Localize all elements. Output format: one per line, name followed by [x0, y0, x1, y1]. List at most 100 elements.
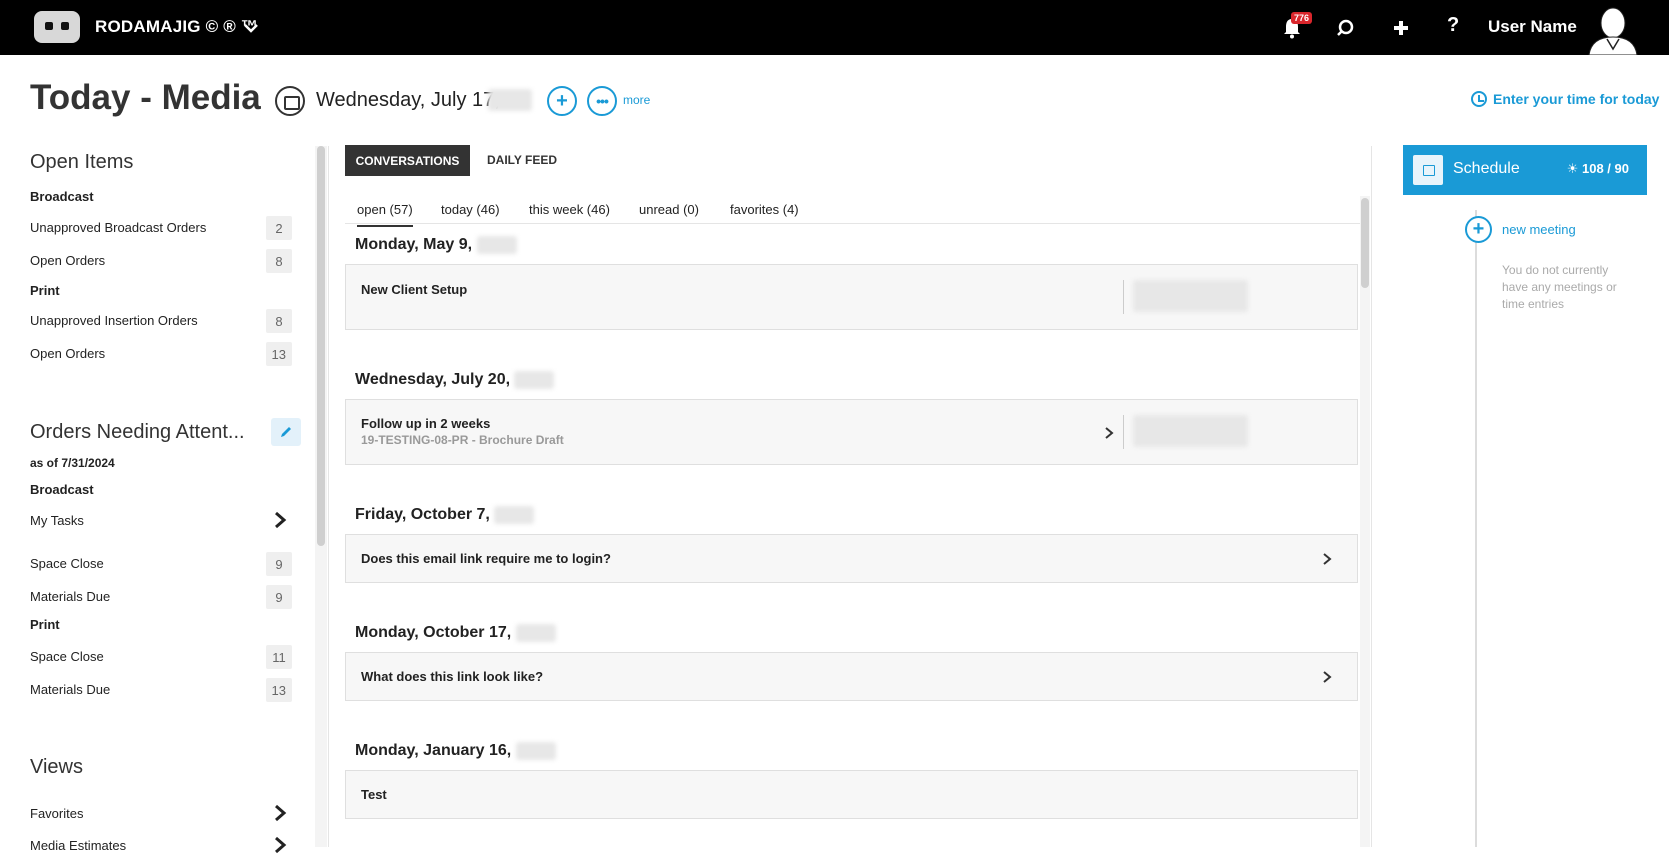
day-heading: Friday, October 7, [355, 506, 535, 524]
sidebar-item-label: Open Orders [30, 346, 106, 361]
timeline-line [1475, 210, 1477, 847]
group-broadcast: Broadcast [30, 482, 94, 497]
conversation-card[interactable]: Follow up in 2 weeks 19-TESTING-08-PR - … [345, 399, 1358, 465]
as-of-date: as of 7/31/2024 [30, 456, 115, 470]
day-heading-text: Wednesday, July 20, [355, 371, 511, 389]
sidebar-item-space-close[interactable]: Space Close 11 [30, 645, 292, 669]
sidebar-item-print-open-orders[interactable]: Open Orders 13 [30, 342, 292, 366]
sidebar-item-unapproved-broadcast[interactable]: Unapproved Broadcast Orders 2 [30, 216, 292, 240]
count-badge: 8 [266, 249, 292, 273]
new-meeting-link[interactable]: new meeting [1502, 222, 1576, 237]
schedule-title: Schedule [1453, 160, 1520, 177]
conversation-card[interactable]: What does this link look like? [345, 652, 1358, 701]
count-badge: 13 [265, 342, 292, 366]
schedule-count-value: 108 / 90 [1582, 161, 1629, 176]
new-meeting-button[interactable]: + [1465, 216, 1492, 243]
main-scrollbar[interactable] [1361, 198, 1369, 288]
sidebar-item-my-tasks[interactable]: My Tasks [30, 511, 292, 529]
sidebar-item-broadcast-open-orders[interactable]: Open Orders 8 [30, 249, 292, 273]
chevron-right-icon[interactable] [1322, 553, 1332, 565]
clock-icon [1471, 91, 1487, 107]
day-heading-text: Monday, May 9, [355, 236, 473, 254]
orders-attention-title: Orders Needing Attent... [30, 421, 245, 443]
chevron-right-icon [275, 511, 287, 529]
card-title: Test [361, 787, 387, 802]
schedule-empty-text: You do not currently have any meetings o… [1502, 263, 1617, 311]
enter-time-link[interactable]: Enter your time for today [1471, 91, 1659, 107]
redacted-year [494, 506, 535, 524]
redacted-year [476, 236, 517, 254]
pencil-icon [281, 427, 291, 437]
sidebar-item-media-estimates[interactable]: Media Estimates [30, 836, 292, 854]
sidebar-item-materials-due[interactable]: Materials Due 13 [30, 678, 292, 702]
redacted-year [515, 624, 556, 642]
sidebar-item-label: Favorites [30, 806, 84, 821]
day-heading-text: Monday, January 16, [355, 742, 512, 760]
edit-button[interactable] [271, 418, 301, 446]
calendar-icon [1413, 155, 1443, 185]
schedule-header[interactable]: Schedule ☀ 108 / 90 [1403, 145, 1647, 195]
card-title: Follow up in 2 weeks [361, 416, 491, 431]
filter-divider [345, 223, 1360, 224]
filter-open[interactable]: open (57) [357, 202, 413, 227]
card-divider [1123, 415, 1124, 449]
robot-logo-icon[interactable] [34, 11, 80, 43]
conversation-card[interactable]: New Client Setup [345, 264, 1358, 330]
filter-favorites[interactable]: favorites (4) [730, 202, 799, 217]
add-button[interactable]: + [547, 86, 577, 116]
conversation-card[interactable]: Does this email link require me to login… [345, 534, 1358, 583]
chevron-right-icon [275, 836, 287, 854]
chevron-right-icon [275, 804, 287, 822]
sidebar-item-label: Media Estimates [30, 838, 127, 853]
more-link[interactable]: more [623, 93, 650, 107]
card-subtitle: 19-TESTING-08-PR - Brochure Draft [361, 433, 564, 447]
filter-today[interactable]: today (46) [441, 202, 500, 217]
page-title: Today - Media [30, 78, 261, 117]
sidebar-item-unapproved-insertion[interactable]: Unapproved Insertion Orders 8 [30, 309, 292, 333]
avatar[interactable] [1583, 3, 1639, 55]
search-icon[interactable] [1335, 18, 1355, 38]
sidebar-item-favorites[interactable]: Favorites [30, 804, 292, 822]
filter-this-week[interactable]: this week (46) [529, 202, 610, 217]
group-print: Print [30, 617, 60, 632]
help-icon[interactable]: ? [1447, 14, 1459, 37]
redacted-year [514, 371, 555, 389]
redacted-participant [1133, 280, 1248, 312]
tab-daily-feed[interactable]: DAILY FEED [487, 153, 557, 167]
count-badge: 9 [266, 552, 292, 576]
count-badge: 13 [265, 678, 292, 702]
chevron-right-icon[interactable] [1322, 671, 1332, 683]
sidebar-scrollbar[interactable] [317, 146, 325, 546]
count-badge: 11 [266, 645, 292, 669]
calendar-icon[interactable] [275, 86, 305, 116]
count-badge: 2 [266, 216, 292, 240]
more-options-button[interactable]: ••• [587, 86, 617, 116]
sidebar-item-materials-due[interactable]: Materials Due 9 [30, 585, 292, 609]
brand-name[interactable]: RODAMAJIG © ® ™ [95, 17, 258, 37]
plus-icon[interactable] [1391, 18, 1411, 38]
day-heading: Wednesday, July 20, [355, 371, 555, 389]
main-scroll-track[interactable] [1360, 196, 1370, 847]
conversation-card[interactable]: Test [345, 770, 1358, 819]
group-print: Print [30, 283, 60, 298]
chevron-right-icon[interactable] [1104, 427, 1114, 439]
redacted-year [515, 742, 556, 760]
sidebar-item-label: My Tasks [30, 513, 84, 528]
views-title: Views [30, 756, 83, 778]
chevron-down-icon[interactable] [243, 20, 259, 36]
tab-conversations[interactable]: CONVERSATIONS [345, 145, 470, 176]
sidebar-item-label: Open Orders [30, 253, 106, 268]
card-title: Does this email link require me to login… [361, 551, 611, 566]
count-badge: 8 [266, 309, 292, 333]
sidebar-item-label: Unapproved Broadcast Orders [30, 220, 207, 235]
sun-icon: ☀ [1566, 161, 1579, 176]
sidebar-item-space-close[interactable]: Space Close 9 [30, 552, 292, 576]
enter-time-label: Enter your time for today [1493, 91, 1660, 107]
count-badge: 9 [266, 585, 292, 609]
card-title: New Client Setup [361, 282, 468, 297]
redacted-year [488, 89, 532, 111]
filter-unread[interactable]: unread (0) [639, 202, 699, 217]
user-name[interactable]: User Name [1488, 17, 1577, 37]
top-bar: RODAMAJIG © ® ™ 776 ? User Name [0, 0, 1669, 55]
open-items-title: Open Items [30, 151, 134, 173]
